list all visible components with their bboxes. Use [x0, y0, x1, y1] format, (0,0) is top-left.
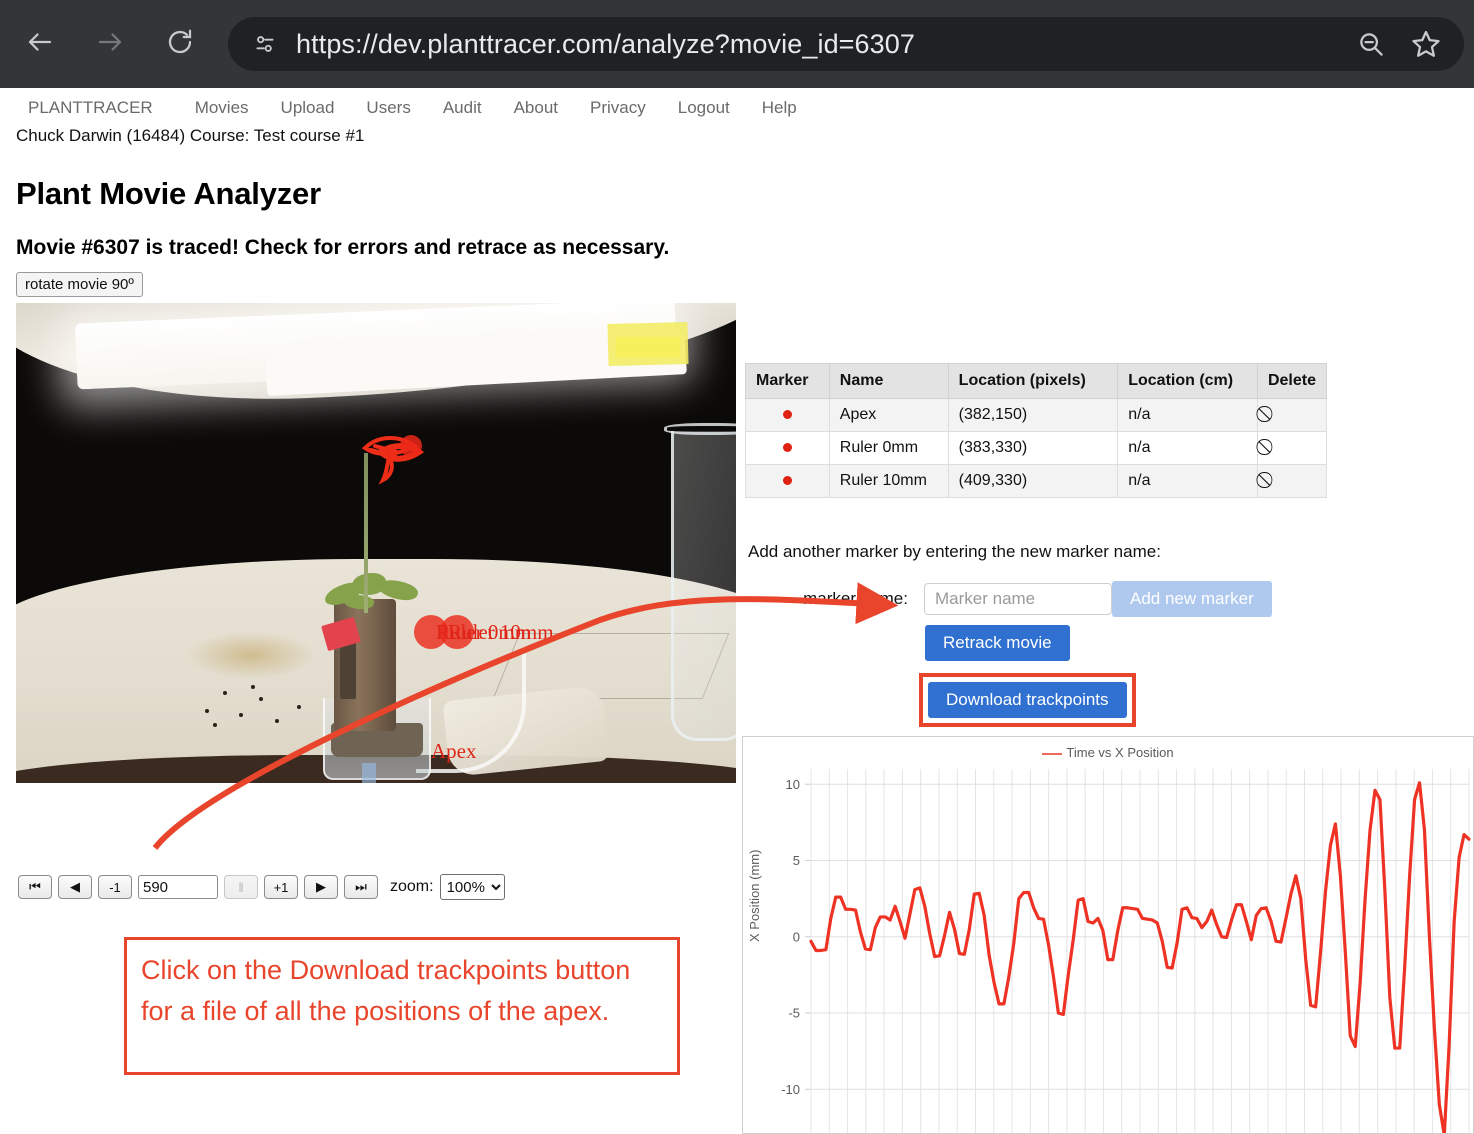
- page-subtitle: Movie #6307 is traced! Check for errors …: [16, 236, 670, 259]
- nav-item-audit[interactable]: Audit: [443, 98, 504, 118]
- movie-frame[interactable]: Apex Ruler 0mm Ruler 10mm: [16, 303, 736, 783]
- nav-item-planttracer[interactable]: PLANTTRACER: [28, 98, 185, 118]
- marker-table-wrapper: Marker Name Location (pixels) Location (…: [745, 363, 1328, 498]
- minus-one-frame-button[interactable]: -1: [98, 875, 132, 899]
- browser-toolbar: https://dev.planttracer.com/analyze?movi…: [0, 0, 1474, 88]
- nav-item-help[interactable]: Help: [762, 98, 819, 118]
- svg-text:-5: -5: [788, 1006, 800, 1021]
- movie-beaker: [671, 431, 736, 741]
- marker-name-input[interactable]: [924, 583, 1112, 615]
- movie-player-controls: ⏮ ◀ -1 ‖ +1 ▶ ⏭ zoom: 100%: [18, 874, 505, 900]
- first-frame-button[interactable]: ⏮: [18, 875, 52, 899]
- movie-specks: [201, 683, 321, 729]
- marker-name-label: marker name:: [803, 589, 908, 608]
- col-name: Name: [828, 363, 949, 399]
- marker-swatch: [745, 464, 830, 498]
- table-row: Ruler 10mm (409,330) n/a ⃠: [745, 464, 1328, 498]
- rotate-movie-button[interactable]: rotate movie 90º: [16, 272, 143, 297]
- nav-item-users[interactable]: Users: [366, 98, 432, 118]
- site-navigation: PLANTTRACER Movies Upload Users Audit Ab…: [0, 88, 1474, 124]
- star-icon[interactable]: [1410, 28, 1442, 60]
- reload-icon: [165, 27, 195, 62]
- frame-number-input[interactable]: [138, 875, 218, 899]
- forward-button[interactable]: [88, 22, 132, 66]
- svg-text:10: 10: [786, 777, 800, 792]
- apex-trace-scribble: [361, 435, 425, 485]
- zoom-out-icon[interactable]: [1356, 29, 1386, 59]
- download-trackpoints-highlight: Download trackpoints: [919, 673, 1136, 727]
- download-trackpoints-button[interactable]: Download trackpoints: [928, 682, 1127, 718]
- nav-item-movies[interactable]: Movies: [195, 98, 271, 118]
- zoom-select[interactable]: 100%: [439, 874, 505, 900]
- nav-item-upload[interactable]: Upload: [281, 98, 357, 118]
- site-settings-icon[interactable]: [246, 25, 284, 63]
- time-vs-x-position-chart: Time vs X Position X Position (mm) 10 5 0-…: [742, 736, 1474, 1134]
- reload-button[interactable]: [158, 22, 202, 66]
- chart-plot-area: 10 5 0 -5 -10: [781, 769, 1471, 1133]
- marker-dot-icon: [782, 443, 792, 452]
- address-bar[interactable]: https://dev.planttracer.com/analyze?movi…: [228, 17, 1464, 71]
- col-location-pixels: Location (pixels): [947, 363, 1119, 399]
- marker-location-cm: n/a: [1117, 398, 1258, 432]
- nav-item-logout[interactable]: Logout: [678, 98, 752, 118]
- instruction-callout-text: Click on the Download trackpoints button…: [141, 955, 631, 1026]
- last-frame-button[interactable]: ⏭: [344, 875, 378, 899]
- add-marker-form: marker name: Add new marker: [748, 581, 1272, 617]
- back-arrow-icon: [25, 27, 55, 62]
- add-marker-instruction: Add another marker by entering the new m…: [748, 542, 1161, 561]
- forward-arrow-icon: [95, 27, 125, 62]
- marker-swatch: [745, 431, 830, 465]
- col-delete: Delete: [1256, 363, 1328, 399]
- marker-name: Apex: [828, 398, 949, 432]
- movie-panel: rotate movie 90º Apex Ruler 0mm Ruler 10…: [16, 272, 736, 783]
- col-marker: Marker: [745, 363, 830, 399]
- marker-name: Ruler 0mm: [828, 431, 949, 465]
- svg-text:-10: -10: [781, 1082, 800, 1097]
- play-button[interactable]: ▶: [304, 875, 338, 899]
- marker-location-cm: n/a: [1117, 431, 1258, 465]
- pause-button[interactable]: ‖: [224, 875, 258, 899]
- marker-location-cm: n/a: [1117, 464, 1258, 498]
- delete-marker-icon[interactable]: ⃠: [1256, 464, 1328, 498]
- svg-text:5: 5: [793, 853, 800, 868]
- marker-table: Marker Name Location (pixels) Location (…: [745, 363, 1328, 498]
- movie-marker-label-ruler10: Ruler 10mm: [448, 620, 554, 644]
- movie-blue-strip: [362, 763, 376, 783]
- movie-stain: [186, 631, 316, 679]
- table-row: Ruler 0mm (383,330) n/a ⃠: [745, 431, 1328, 465]
- page-content: PLANTTRACER Movies Upload Users Audit Ab…: [0, 88, 1474, 1134]
- back-button[interactable]: [18, 22, 62, 66]
- svg-text:0: 0: [793, 929, 800, 944]
- col-location-cm: Location (cm): [1117, 363, 1258, 399]
- movie-yellow-tape-inner: [616, 337, 680, 357]
- retrack-movie-wrapper: Retrack movie: [925, 625, 1070, 661]
- step-back-play-button[interactable]: ◀: [58, 875, 92, 899]
- plus-one-frame-button[interactable]: +1: [264, 875, 298, 899]
- retrack-movie-button[interactable]: Retrack movie: [925, 625, 1070, 661]
- url-text: https://dev.planttracer.com/analyze?movi…: [296, 28, 916, 59]
- page-title: Plant Movie Analyzer: [16, 176, 321, 211]
- nav-item-about[interactable]: About: [514, 98, 580, 118]
- movie-leaves: [322, 573, 420, 615]
- marker-location-px: (382,150): [947, 398, 1119, 432]
- nav-item-privacy[interactable]: Privacy: [590, 98, 668, 118]
- delete-marker-icon[interactable]: ⃠: [1256, 398, 1328, 432]
- user-course-line: Chuck Darwin (16484) Course: Test course…: [16, 126, 365, 145]
- table-row: Apex (382,150) n/a ⃠: [745, 398, 1328, 432]
- zoom-label: zoom:: [390, 878, 434, 895]
- marker-dot-icon: [782, 476, 792, 485]
- marker-location-px: (409,330): [947, 464, 1119, 498]
- marker-swatch: [745, 398, 830, 432]
- marker-name: Ruler 10mm: [828, 464, 949, 498]
- marker-dot-icon: [782, 410, 792, 419]
- marker-location-px: (383,330): [947, 431, 1119, 465]
- delete-marker-icon[interactable]: ⃠: [1256, 431, 1328, 465]
- movie-marker-label-apex: Apex: [431, 739, 477, 763]
- table-header-row: Marker Name Location (pixels) Location (…: [745, 363, 1328, 399]
- instruction-callout: Click on the Download trackpoints button…: [124, 937, 680, 1075]
- add-new-marker-button[interactable]: Add new marker: [1112, 581, 1272, 617]
